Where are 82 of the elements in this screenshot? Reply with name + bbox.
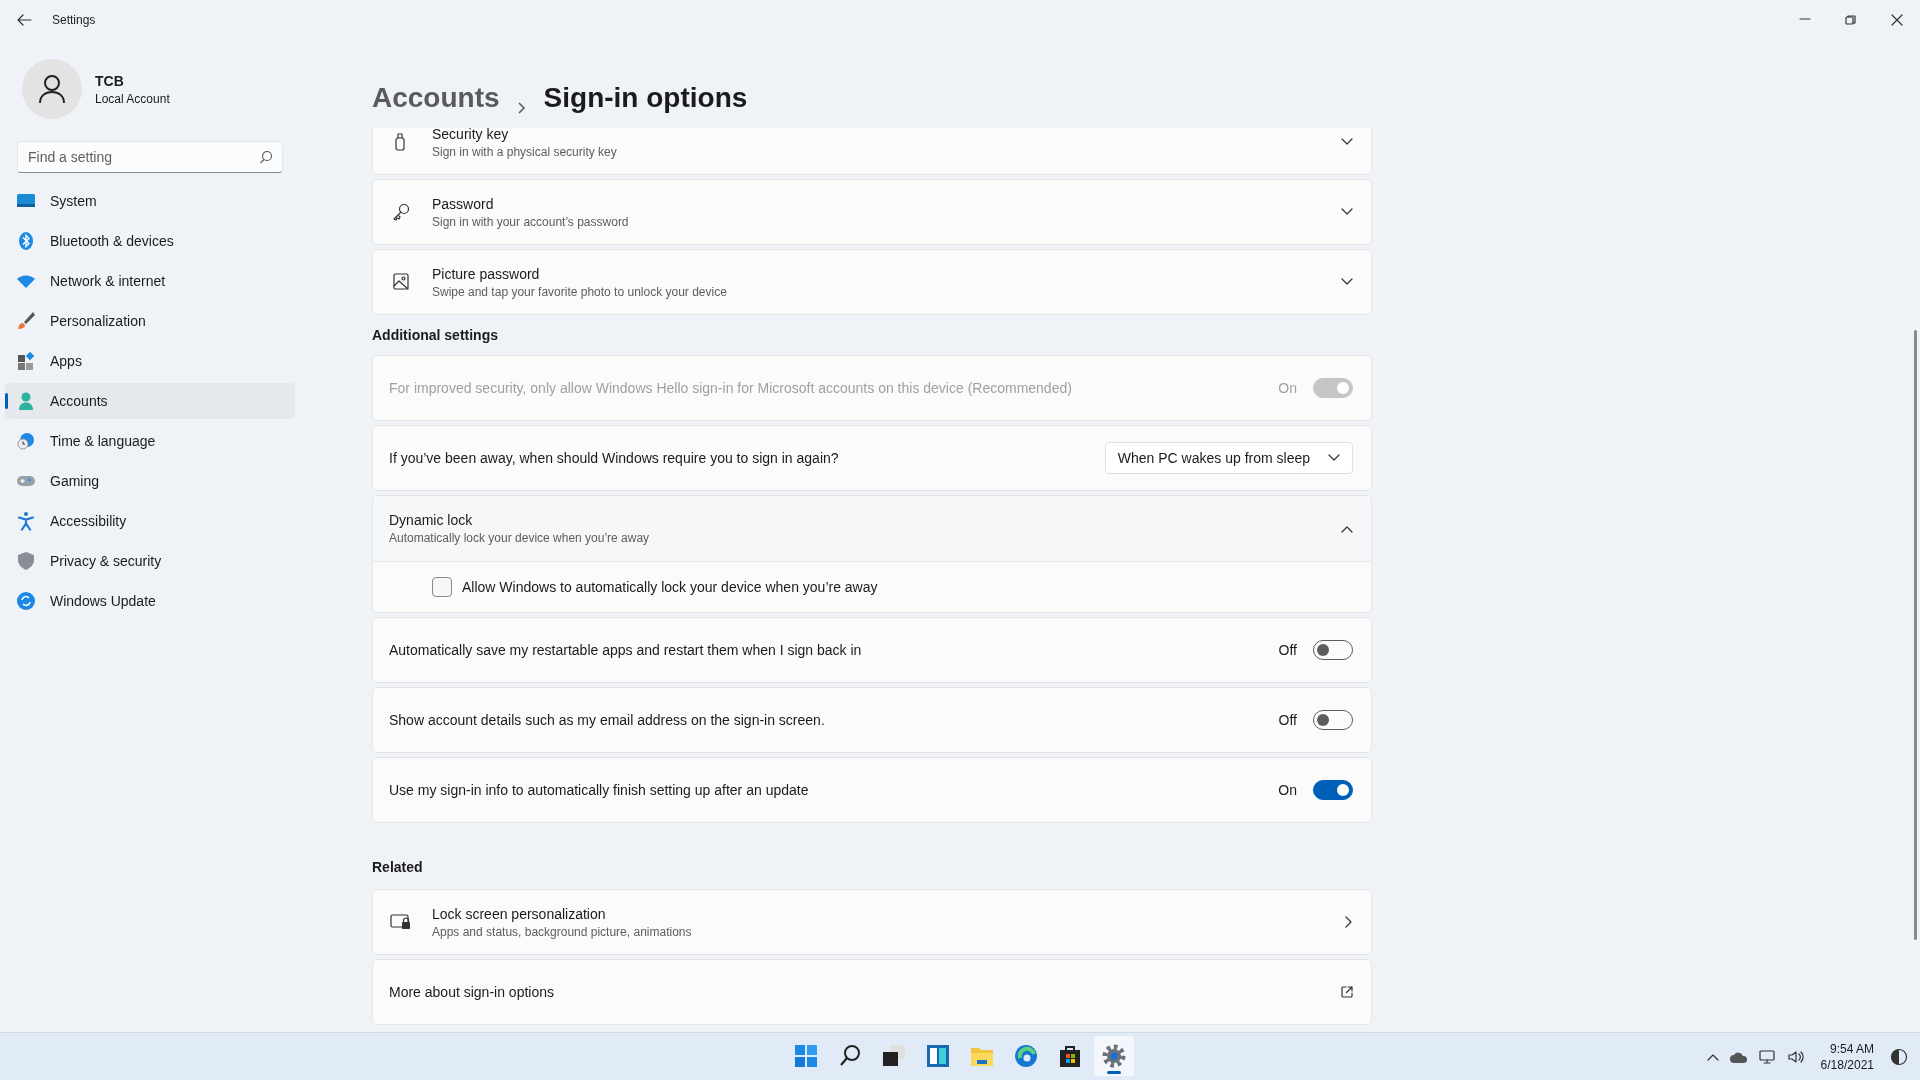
sidebar-item[interactable]: Accessibility xyxy=(5,503,295,539)
bluetooth-icon xyxy=(16,231,36,251)
checkbox-label: Allow Windows to automatically lock your device when you’re away xyxy=(462,579,878,595)
scrollbar-thumb[interactable] xyxy=(1914,330,1917,940)
toggle-switch[interactable] xyxy=(1313,780,1353,800)
image-icon xyxy=(392,272,410,292)
account-type: Local Account xyxy=(95,91,170,106)
setting-label: Use my sign-in info to automatically finish setting up after an update xyxy=(389,782,810,798)
setting-description: Swipe and tap your favorite photo to unlock your device xyxy=(432,284,728,299)
sidebar-item[interactable]: Personalization xyxy=(5,303,295,339)
page-title: Sign-in options xyxy=(543,82,748,114)
toggle-state: On xyxy=(1278,782,1297,798)
brush-icon xyxy=(16,311,36,331)
setting-card[interactable]: Lock screen personalization Apps and status, background picture, animations xyxy=(372,889,1372,955)
setting-description: Apps and status, background picture, animations xyxy=(432,924,693,939)
section-heading: Related xyxy=(372,858,424,877)
setting-title: More about sign-in options xyxy=(389,984,555,1000)
search-icon[interactable] xyxy=(838,1044,862,1068)
toggle-state: Off xyxy=(1278,642,1297,658)
toggle-state: Off xyxy=(1278,712,1297,728)
setting-description: Sign in with a physical security key xyxy=(432,144,618,159)
toggle-state: On xyxy=(1278,380,1297,396)
dropdown[interactable]: When PC wakes up from sleep xyxy=(1104,442,1353,474)
sidebar-item[interactable]: Network & internet xyxy=(5,263,295,299)
sidebar-item[interactable]: Time & language xyxy=(5,423,295,459)
expander-header[interactable]: Dynamic lock Automatically lock your device when you’re away xyxy=(373,496,1371,562)
sidebar-item[interactable]: System xyxy=(5,183,295,219)
close-icon xyxy=(1891,14,1903,26)
widgets-panel-icon[interactable] xyxy=(926,1044,950,1068)
setting-label: Show account details such as my email address on the sign-in screen. xyxy=(389,712,826,728)
lock-screen-icon xyxy=(390,913,412,931)
setting-label: For improved security, only allow Windows Hello sign-in for Microsoft accounts on this device (Recommended) xyxy=(389,380,1073,396)
setting-card[interactable]: Security key Sign in with a physical security key xyxy=(372,128,1372,175)
settings-icon[interactable] xyxy=(1102,1044,1126,1068)
setting-label: If you’ve been away, when should Windows require you to sign in again? xyxy=(389,450,840,466)
chevron-right-icon xyxy=(1345,916,1353,928)
shield-icon xyxy=(16,551,36,571)
setting-card[interactable]: Picture password Swipe and tap your favorite photo to unlock your device xyxy=(372,249,1372,315)
setting-description: Sign in with your account’s password xyxy=(432,214,630,229)
external-link-icon xyxy=(1341,986,1353,998)
accessibility-icon xyxy=(16,511,36,531)
person-icon xyxy=(38,74,66,104)
chevron-down-icon xyxy=(1328,454,1340,462)
apps-icon xyxy=(16,351,36,371)
notification-icon[interactable] xyxy=(1890,1047,1908,1066)
sidebar-item[interactable]: Gaming xyxy=(5,463,295,499)
profile-name: TCB xyxy=(95,72,125,89)
section-heading: Additional settings xyxy=(372,326,499,345)
setting-title: Lock screen personalization xyxy=(432,905,607,922)
setting-card[interactable]: Password Sign in with your account’s password xyxy=(372,179,1372,245)
setting-label: Automatically save my restartable apps and restart them when I sign back in xyxy=(389,642,863,658)
chevron-up-icon[interactable] xyxy=(1706,1052,1719,1061)
tiles-icon[interactable] xyxy=(794,1044,818,1068)
sidebar-item[interactable]: Bluetooth & devices xyxy=(5,223,295,259)
clock-date[interactable]: 6/18/2021 xyxy=(1820,1056,1874,1073)
setting-title: Password xyxy=(432,195,495,212)
search-field[interactable]: Find a setting xyxy=(17,141,283,173)
swirl-icon[interactable] xyxy=(1014,1044,1038,1068)
search-icon xyxy=(259,150,273,164)
stacked-windows-icon[interactable] xyxy=(882,1044,906,1068)
sync-icon xyxy=(16,591,36,611)
sidebar-item[interactable]: Apps xyxy=(5,343,295,379)
restore-icon xyxy=(1845,14,1857,26)
sidebar-item[interactable]: Privacy & security xyxy=(5,543,295,579)
key-icon xyxy=(392,202,410,222)
setting-card[interactable]: More about sign-in options xyxy=(372,959,1372,1025)
back-arrow-icon[interactable] xyxy=(16,12,32,28)
shopping-bag-icon[interactable] xyxy=(1058,1044,1082,1068)
setting-title: Security key xyxy=(432,128,510,142)
sidebar-item[interactable]: Accounts xyxy=(5,383,295,419)
setting-title: Picture password xyxy=(432,265,541,282)
chevron-right-icon xyxy=(517,102,526,114)
person-icon xyxy=(16,391,36,411)
clock-time[interactable]: 9:54 AM xyxy=(1829,1040,1874,1057)
breadcrumb-link[interactable]: Accounts xyxy=(372,82,500,114)
setting-title: Dynamic lock xyxy=(389,512,474,528)
monitor-icon[interactable] xyxy=(1758,1048,1777,1065)
checkbox[interactable] xyxy=(432,577,452,597)
sidebar-item[interactable]: Windows Update xyxy=(5,583,295,619)
globe-clock-icon xyxy=(16,431,36,451)
setting-description: Automatically lock your device when you’re away xyxy=(389,531,651,545)
window-title: Settings xyxy=(52,13,96,27)
